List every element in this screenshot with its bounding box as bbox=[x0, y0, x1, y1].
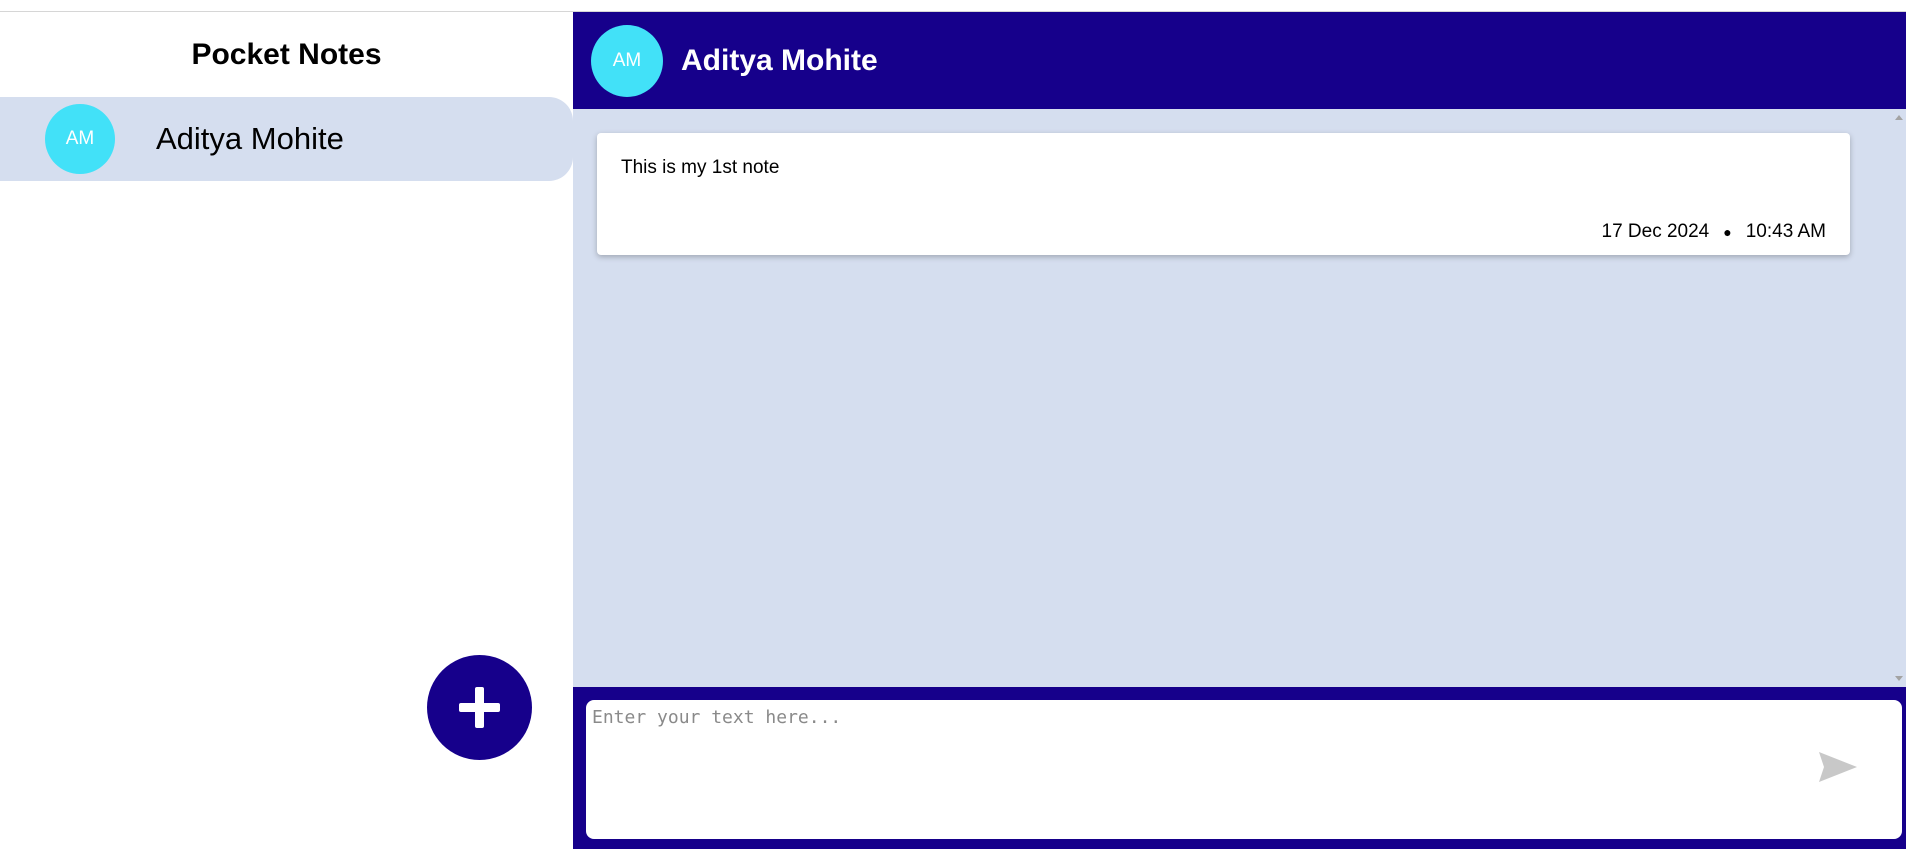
notes-list: This is my 1st note 17 Dec 2024 ● 10:43 … bbox=[573, 109, 1906, 687]
group-item-aditya-mohite[interactable]: AM Aditya Mohite bbox=[0, 97, 573, 181]
note-time: 10:43 AM bbox=[1745, 221, 1826, 242]
main-panel: AM Aditya Mohite This is my 1st note 17 … bbox=[573, 12, 1906, 849]
add-group-button[interactable] bbox=[427, 655, 532, 760]
chat-header: AM Aditya Mohite bbox=[573, 12, 1906, 109]
note-timestamp: 17 Dec 2024 ● 10:43 AM bbox=[1602, 221, 1827, 243]
note-date: 17 Dec 2024 bbox=[1601, 221, 1710, 242]
group-avatar: AM bbox=[45, 104, 115, 174]
sidebar: Pocket Notes AM Aditya Mohite bbox=[0, 12, 573, 849]
note-input[interactable] bbox=[586, 700, 1902, 839]
header-title: Aditya Mohite bbox=[681, 44, 878, 77]
note-text: This is my 1st note bbox=[621, 157, 780, 178]
group-name: Aditya Mohite bbox=[156, 121, 344, 156]
header-avatar: AM bbox=[591, 25, 663, 97]
scroll-down-arrow-icon[interactable] bbox=[1895, 676, 1903, 681]
notes-scrollbar[interactable] bbox=[1892, 109, 1906, 687]
dot-separator: ● bbox=[1723, 224, 1732, 240]
note-composer bbox=[573, 687, 1906, 849]
app-title: Pocket Notes bbox=[191, 38, 382, 71]
browser-top-edge bbox=[0, 0, 1906, 12]
send-icon[interactable] bbox=[1818, 750, 1858, 784]
note-card: This is my 1st note 17 Dec 2024 ● 10:43 … bbox=[597, 133, 1850, 255]
scroll-up-arrow-icon[interactable] bbox=[1895, 115, 1903, 120]
